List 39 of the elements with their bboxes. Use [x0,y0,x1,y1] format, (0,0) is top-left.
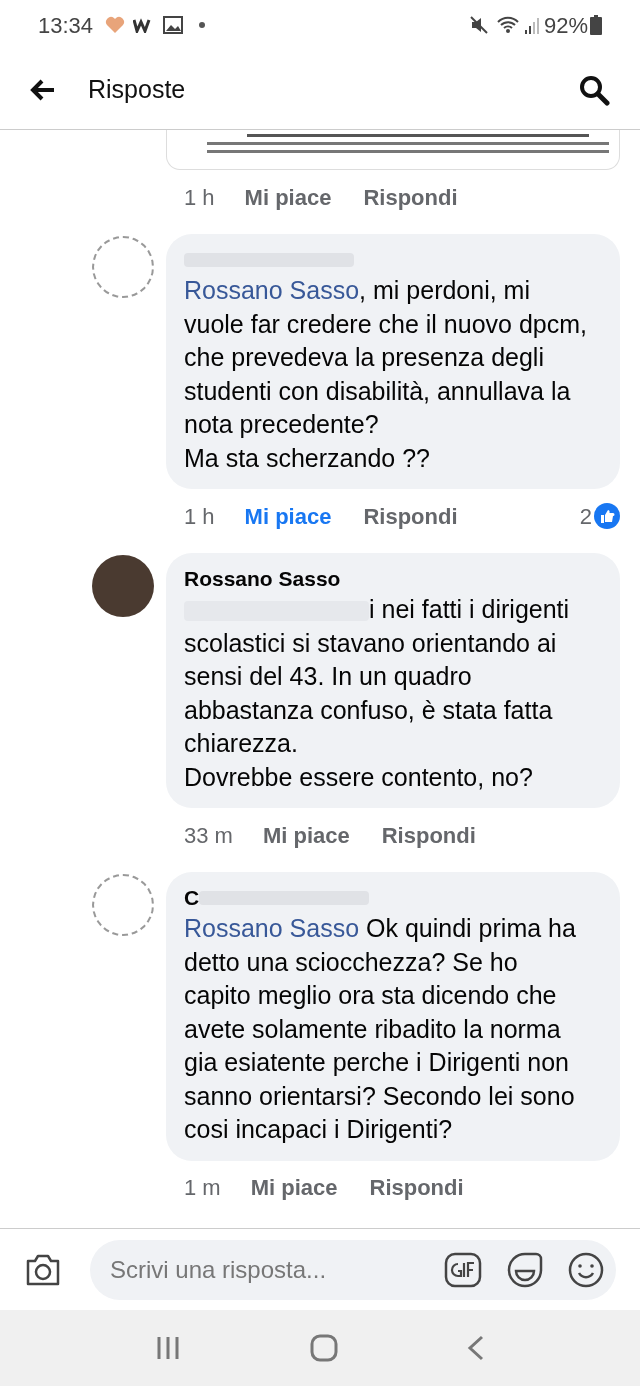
wifi-icon [495,16,520,34]
author-name[interactable]: Rossano Sasso [184,563,341,595]
like-link[interactable]: Mi piace [262,818,350,852]
comment-text: Rossano Sasso Ok quindi prima ha detto una sciocchezza? Se ho capito meglio ora sta dicendo che avete solamente ribadito la norma gia esiatente perche i Dirigenti non sanno orientarsi? Secondo lei sono cosi incapaci i Dirigenti? [184,913,577,1145]
document-image-placeholder[interactable] [166,130,620,170]
reply-link[interactable]: Rispondi [363,180,458,214]
battery-icon [590,15,602,35]
comment-time: 1 h [184,502,215,531]
like-link[interactable]: Mi piace [250,1171,338,1204]
sticker-icon[interactable] [506,1250,544,1289]
image-icon [163,16,184,34]
reply-link[interactable]: Rispondi [381,818,476,852]
gif-icon[interactable] [444,1251,482,1288]
heart-icon [105,16,126,34]
home-icon[interactable] [310,1334,338,1362]
camera-icon[interactable] [24,1252,62,1287]
page-title: Risposte [88,73,186,105]
like-link[interactable]: Mi piace [244,180,332,214]
back-arrow-icon[interactable] [30,78,56,101]
mute-icon [469,16,488,34]
author-name[interactable]: C [184,882,200,914]
emoji-icon[interactable] [568,1251,604,1288]
thumbs-up-icon [594,503,620,529]
back-icon[interactable] [467,1335,486,1361]
status-time: 13:34 [38,11,94,40]
comment-time: 1 m [184,1174,221,1202]
comment-text: Rossano Sasso, mi perdoni, mi vuole far credere che il nuovo dpcm, che prevedeva la presenza degli studenti con disabilità, annullava la nota precedente? Ma sta scherzando ?? [184,275,588,474]
comment-time: 33 m [184,821,233,850]
comment-text: i nei fatti i dirigenti scolastici si stavano orientando ai sensi del 43. In un quadro abbastanza confuso, è stata fatta chiarezza. Dovrebbe essere contento, no? [184,594,571,793]
battery-percent: 92% [543,11,588,40]
reply-field[interactable]: Scrivi una risposta... [90,1239,616,1300]
signal-icon [523,16,540,34]
reaction-count[interactable]: 2 [579,499,592,533]
search-icon[interactable] [578,73,610,106]
like-link[interactable]: Mi piace [244,499,332,533]
reply-link[interactable]: Rispondi [363,499,458,533]
reply-link[interactable]: Rispondi [369,1171,464,1204]
comment-time: 1 h [184,183,215,212]
reply-input-field[interactable]: Scrivi una risposta... [110,1247,444,1292]
